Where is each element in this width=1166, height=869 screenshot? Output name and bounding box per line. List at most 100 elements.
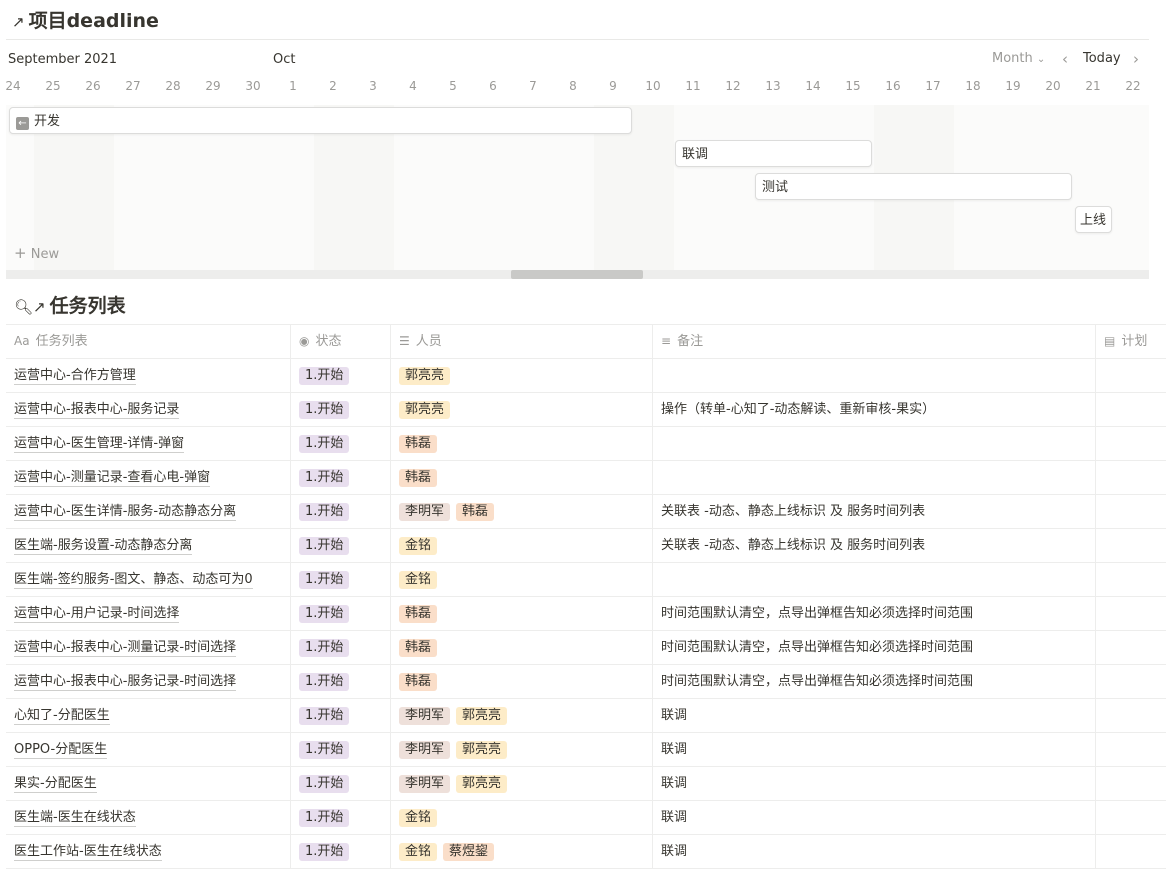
- task-name-cell[interactable]: OPPO-分配医生: [6, 733, 291, 766]
- task-name-cell[interactable]: 医生工作站-医生在线状态: [6, 835, 291, 868]
- people-cell[interactable]: 韩磊: [391, 461, 653, 494]
- plan-cell[interactable]: [1096, 563, 1166, 596]
- chevron-right-icon[interactable]: ›: [1133, 50, 1139, 68]
- column-header-note[interactable]: ≡ 备注: [653, 325, 1096, 358]
- note-cell[interactable]: 关联表 -动态、静态上线标识 及 服务时间列表: [653, 495, 1096, 528]
- table-row[interactable]: 医生端-服务设置-动态静态分离 1.开始 金铭 关联表 -动态、静态上线标识 及 服务…: [6, 529, 1166, 563]
- task-name[interactable]: 医生端-签约服务-图文、静态、动态可为0: [14, 572, 253, 589]
- note-cell[interactable]: [653, 563, 1096, 596]
- plan-cell[interactable]: [1096, 495, 1166, 528]
- plan-cell[interactable]: [1096, 461, 1166, 494]
- status-cell[interactable]: 1.开始: [291, 461, 391, 494]
- note-cell[interactable]: 操作（转单-心知了-动态解读、重新审核-果实）: [653, 393, 1096, 426]
- task-name-cell[interactable]: 医生端-签约服务-图文、静态、动态可为0: [6, 563, 291, 596]
- table-row[interactable]: 运营中心-医生详情-服务-动态静态分离 1.开始 李明军 韩磊 关联表 -动态、静态上线…: [6, 495, 1166, 529]
- plan-cell[interactable]: [1096, 393, 1166, 426]
- people-cell[interactable]: 李明军 郭亮亮: [391, 767, 653, 800]
- status-cell[interactable]: 1.开始: [291, 631, 391, 664]
- timeline-title[interactable]: ↗ 项目deadline: [12, 6, 159, 33]
- status-cell[interactable]: 1.开始: [291, 563, 391, 596]
- table-row[interactable]: OPPO-分配医生 1.开始 李明军 郭亮亮 联调: [6, 733, 1166, 767]
- new-item-button[interactable]: + New: [14, 244, 59, 262]
- task-name[interactable]: 运营中心-医生详情-服务-动态静态分离: [14, 504, 237, 521]
- status-cell[interactable]: 1.开始: [291, 767, 391, 800]
- note-cell[interactable]: [653, 359, 1096, 392]
- note-cell[interactable]: 联调: [653, 801, 1096, 834]
- people-cell[interactable]: 金铭: [391, 563, 653, 596]
- plan-cell[interactable]: [1096, 631, 1166, 664]
- note-cell[interactable]: 时间范围默认清空，点导出弹框告知必须选择时间范围: [653, 597, 1096, 630]
- people-cell[interactable]: 韩磊: [391, 597, 653, 630]
- table-row[interactable]: 果实-分配医生 1.开始 李明军 郭亮亮 联调: [6, 767, 1166, 801]
- plan-cell[interactable]: [1096, 835, 1166, 868]
- task-name[interactable]: 运营中心-合作方管理: [14, 368, 136, 385]
- today-button[interactable]: Today: [1083, 51, 1121, 66]
- note-cell[interactable]: 联调: [653, 835, 1096, 868]
- task-name[interactable]: 运营中心-用户记录-时间选择: [14, 606, 180, 623]
- task-name-cell[interactable]: 运营中心-用户记录-时间选择: [6, 597, 291, 630]
- task-name-cell[interactable]: 运营中心-报表中心-服务记录: [6, 393, 291, 426]
- status-cell[interactable]: 1.开始: [291, 699, 391, 732]
- note-cell[interactable]: 联调: [653, 767, 1096, 800]
- task-name[interactable]: 运营中心-报表中心-服务记录-时间选择: [14, 674, 237, 691]
- timeline-bar-dev[interactable]: ← 开发: [9, 107, 632, 134]
- note-cell[interactable]: [653, 461, 1096, 494]
- table-row[interactable]: 医生端-医生在线状态 1.开始 金铭 联调: [6, 801, 1166, 835]
- table-row[interactable]: 医生端-签约服务-图文、静态、动态可为0 1.开始 金铭: [6, 563, 1166, 597]
- timeline-canvas[interactable]: ← 开发 联调 测试 上线 + New: [6, 105, 1149, 270]
- plan-cell[interactable]: [1096, 359, 1166, 392]
- people-cell[interactable]: 李明军 韩磊: [391, 495, 653, 528]
- plan-cell[interactable]: [1096, 801, 1166, 834]
- plan-cell[interactable]: [1096, 767, 1166, 800]
- chevron-left-icon[interactable]: ‹: [1062, 50, 1068, 68]
- task-name[interactable]: 医生端-服务设置-动态静态分离: [14, 538, 193, 555]
- timeline-bar-integration[interactable]: 联调: [675, 140, 872, 167]
- task-name[interactable]: OPPO-分配医生: [14, 742, 108, 759]
- table-row[interactable]: 运营中心-报表中心-测量记录-时间选择 1.开始 韩磊 时间范围默认清空，点导出弹框告…: [6, 631, 1166, 665]
- people-cell[interactable]: 金铭 蔡煜鋆: [391, 835, 653, 868]
- table-row[interactable]: 运营中心-医生管理-详情-弹窗 1.开始 韩磊: [6, 427, 1166, 461]
- status-cell[interactable]: 1.开始: [291, 427, 391, 460]
- people-cell[interactable]: 韩磊: [391, 631, 653, 664]
- task-name[interactable]: 医生端-医生在线状态: [14, 810, 136, 827]
- note-cell[interactable]: 时间范围默认清空，点导出弹框告知必须选择时间范围: [653, 665, 1096, 698]
- task-name-cell[interactable]: 运营中心-合作方管理: [6, 359, 291, 392]
- plan-cell[interactable]: [1096, 529, 1166, 562]
- task-name[interactable]: 心知了-分配医生: [14, 708, 110, 725]
- note-cell[interactable]: 关联表 -动态、静态上线标识 及 服务时间列表: [653, 529, 1096, 562]
- status-cell[interactable]: 1.开始: [291, 359, 391, 392]
- table-row[interactable]: 运营中心-报表中心-服务记录-时间选择 1.开始 韩磊 时间范围默认清空，点导出弹框告…: [6, 665, 1166, 699]
- table-row[interactable]: 运营中心-报表中心-服务记录 1.开始 郭亮亮 操作（转单-心知了-动态解读、重新审核…: [6, 393, 1166, 427]
- status-cell[interactable]: 1.开始: [291, 835, 391, 868]
- status-cell[interactable]: 1.开始: [291, 733, 391, 766]
- people-cell[interactable]: 郭亮亮: [391, 393, 653, 426]
- task-name-cell[interactable]: 运营中心-测量记录-查看心电-弹窗: [6, 461, 291, 494]
- table-row[interactable]: 心知了-分配医生 1.开始 李明军 郭亮亮 联调: [6, 699, 1166, 733]
- task-name-cell[interactable]: 医生端-医生在线状态: [6, 801, 291, 834]
- timeline-bar-launch[interactable]: 上线: [1075, 206, 1112, 233]
- plan-cell[interactable]: [1096, 597, 1166, 630]
- status-cell[interactable]: 1.开始: [291, 529, 391, 562]
- table-row[interactable]: 运营中心-测量记录-查看心电-弹窗 1.开始 韩磊: [6, 461, 1166, 495]
- view-select[interactable]: Month ⌄: [992, 51, 1045, 66]
- status-cell[interactable]: 1.开始: [291, 495, 391, 528]
- task-name-cell[interactable]: 医生端-服务设置-动态静态分离: [6, 529, 291, 562]
- status-cell[interactable]: 1.开始: [291, 801, 391, 834]
- task-name[interactable]: 运营中心-测量记录-查看心电-弹窗: [14, 470, 211, 487]
- table-row[interactable]: 运营中心-用户记录-时间选择 1.开始 韩磊 时间范围默认清空，点导出弹框告知必须选择…: [6, 597, 1166, 631]
- status-cell[interactable]: 1.开始: [291, 393, 391, 426]
- task-name[interactable]: 运营中心-报表中心-服务记录: [14, 402, 180, 419]
- task-name-cell[interactable]: 运营中心-报表中心-测量记录-时间选择: [6, 631, 291, 664]
- plan-cell[interactable]: [1096, 699, 1166, 732]
- status-cell[interactable]: 1.开始: [291, 597, 391, 630]
- task-name[interactable]: 运营中心-医生管理-详情-弹窗: [14, 436, 185, 453]
- tasklist-title[interactable]: 🔍︎↗ 任务列表: [14, 291, 126, 318]
- table-row[interactable]: 医生工作站-医生在线状态 1.开始 金铭 蔡煜鋆 联调: [6, 835, 1166, 869]
- table-row[interactable]: 运营中心-合作方管理 1.开始 郭亮亮: [6, 359, 1166, 393]
- task-name-cell[interactable]: 运营中心-医生管理-详情-弹窗: [6, 427, 291, 460]
- column-header-plan[interactable]: ▤ 计划: [1096, 325, 1166, 358]
- note-cell[interactable]: 时间范围默认清空，点导出弹框告知必须选择时间范围: [653, 631, 1096, 664]
- column-header-name[interactable]: Aa 任务列表: [6, 325, 291, 358]
- task-name-cell[interactable]: 果实-分配医生: [6, 767, 291, 800]
- plan-cell[interactable]: [1096, 665, 1166, 698]
